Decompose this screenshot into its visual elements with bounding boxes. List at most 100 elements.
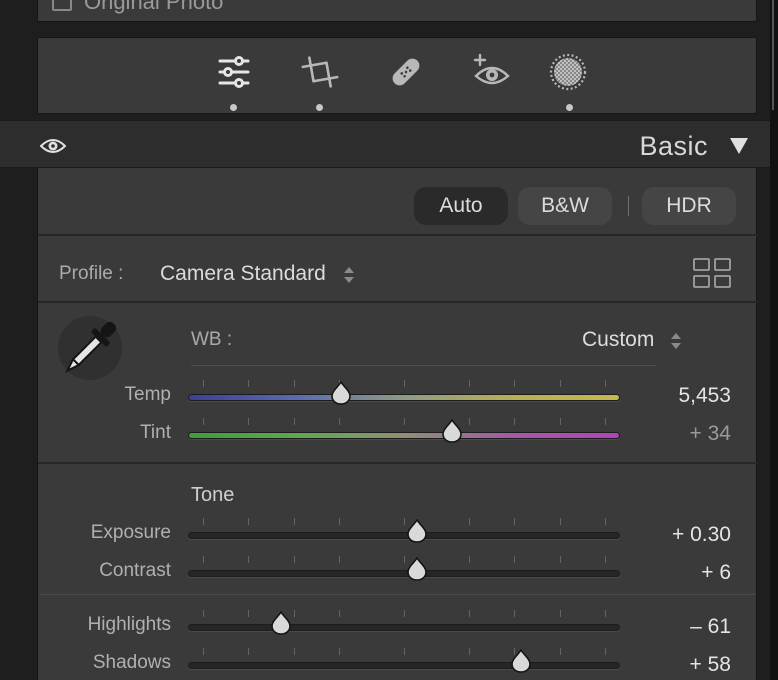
slider-tick: [469, 518, 470, 525]
collapse-triangle-icon[interactable]: [729, 137, 749, 155]
highlights-slider[interactable]: [188, 610, 620, 635]
profile-select[interactable]: Camera Standard: [160, 262, 326, 286]
profile-label: Profile :: [59, 263, 124, 284]
slider-tick: [203, 518, 204, 525]
profile-browser-grid-icon[interactable]: [692, 257, 732, 289]
slider-tick: [339, 556, 340, 563]
divider: [38, 234, 758, 236]
temp-value[interactable]: 5,453: [570, 384, 731, 408]
slider-tick: [560, 380, 561, 387]
highlights-value[interactable]: – 61: [570, 615, 731, 639]
temp-slider[interactable]: [188, 380, 620, 405]
shadows-slider[interactable]: [188, 648, 620, 673]
exposure-label: Exposure: [90, 522, 171, 543]
exposure-slider-thumb[interactable]: [405, 519, 429, 543]
original-photo-strip: Original Photo: [37, 0, 757, 22]
panel-title: Basic: [639, 131, 708, 161]
tint-value[interactable]: + 34: [570, 422, 731, 446]
masking-icon[interactable]: [548, 52, 588, 92]
edit-sliders-icon[interactable]: [214, 52, 254, 92]
original-photo-label: Original Photo: [84, 0, 224, 14]
slider-tick: [203, 556, 204, 563]
bw-button[interactable]: B&W: [518, 187, 612, 225]
slider-tick: [469, 648, 470, 655]
wb-updown-icon[interactable]: [670, 332, 682, 350]
crop-icon[interactable]: [300, 52, 340, 92]
slider-tick: [404, 648, 405, 655]
slider-tick: [560, 418, 561, 425]
slider-tick: [294, 380, 295, 387]
slider-tick: [404, 610, 405, 617]
contrast-value[interactable]: + 6: [570, 561, 731, 585]
slider-tick: [339, 418, 340, 425]
shadows-slider-thumb[interactable]: [509, 649, 533, 673]
treatment-separator: [628, 196, 629, 216]
slider-tick: [294, 610, 295, 617]
shadows-value[interactable]: + 58: [570, 653, 731, 677]
slider-tick: [514, 418, 515, 425]
slider-tick: [469, 610, 470, 617]
exposure-track: [188, 532, 620, 539]
masking-active-dot: [566, 104, 573, 111]
slider-tick: [514, 610, 515, 617]
slider-tick: [404, 418, 405, 425]
wb-eyedropper-button[interactable]: [58, 316, 122, 380]
highlights-slider-thumb[interactable]: [269, 611, 293, 635]
red-eye-icon[interactable]: [472, 52, 512, 92]
contrast-slider-thumb[interactable]: [405, 557, 429, 581]
slider-tick: [339, 648, 340, 655]
profile-updown-icon[interactable]: [343, 266, 355, 284]
slider-tick: [294, 518, 295, 525]
healing-bandage-icon[interactable]: [386, 52, 426, 92]
exposure-slider[interactable]: [188, 518, 620, 543]
temp-track: [188, 394, 620, 401]
highlights-label: Highlights: [87, 614, 171, 635]
tint-track: [188, 432, 620, 439]
divider: [40, 594, 756, 595]
original-photo-checkbox[interactable]: [52, 0, 72, 11]
slider-tick: [404, 380, 405, 387]
divider: [38, 462, 758, 464]
contrast-label: Contrast: [99, 560, 171, 581]
slider-tick: [514, 380, 515, 387]
wb-select[interactable]: Custom: [582, 328, 654, 352]
visibility-eye-icon[interactable]: [40, 137, 66, 155]
basic-panel-header[interactable]: Basic: [0, 120, 770, 168]
slider-tick: [248, 610, 249, 617]
window-scrollbar[interactable]: [770, 0, 778, 680]
basic-panel-body: Auto B&W HDR Profile : Camera Standard W…: [37, 168, 758, 680]
slider-tick: [248, 648, 249, 655]
temp-slider-thumb[interactable]: [329, 381, 353, 405]
crop-active-dot: [316, 104, 323, 111]
slider-tick: [203, 380, 204, 387]
tint-label: Tint: [140, 422, 171, 443]
slider-tick: [560, 556, 561, 563]
tone-section-label: Tone: [191, 484, 235, 506]
temp-label: Temp: [124, 384, 171, 405]
tint-slider[interactable]: [188, 418, 620, 443]
slider-tick: [248, 556, 249, 563]
auto-button[interactable]: Auto: [414, 187, 508, 225]
shadows-track: [188, 662, 620, 669]
exposure-value[interactable]: + 0.30: [570, 523, 731, 547]
slider-tick: [248, 380, 249, 387]
contrast-slider[interactable]: [188, 556, 620, 581]
contrast-track: [188, 570, 620, 577]
slider-tick: [469, 380, 470, 387]
slider-tick: [560, 610, 561, 617]
slider-tick: [560, 518, 561, 525]
hdr-button[interactable]: HDR: [642, 187, 736, 225]
slider-tick: [339, 518, 340, 525]
slider-tick: [469, 418, 470, 425]
slider-tick: [339, 610, 340, 617]
tint-slider-thumb[interactable]: [440, 419, 464, 443]
slider-tick: [203, 418, 204, 425]
slider-tick: [514, 518, 515, 525]
slider-tick: [294, 648, 295, 655]
slider-tick: [469, 556, 470, 563]
slider-tick: [560, 648, 561, 655]
slider-tick: [203, 610, 204, 617]
slider-tick: [294, 556, 295, 563]
slider-tick: [248, 518, 249, 525]
eyedropper-icon: [65, 321, 117, 373]
